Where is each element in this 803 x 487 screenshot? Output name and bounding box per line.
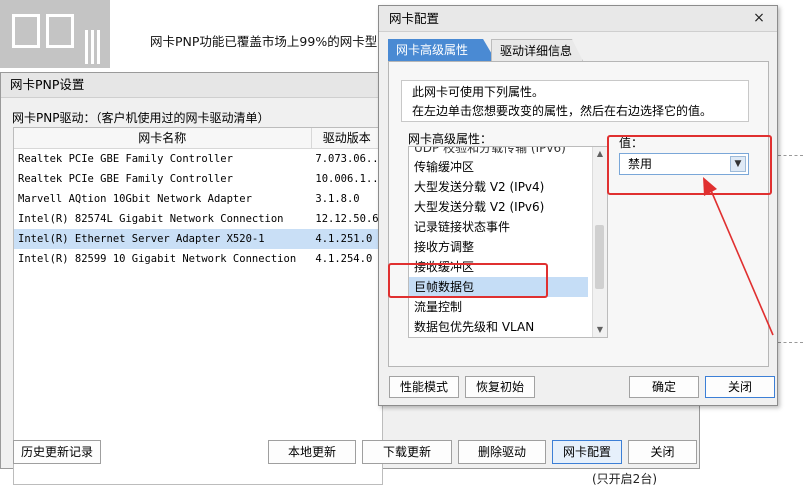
highlight-box-value [607, 135, 772, 195]
chip-graphic [12, 14, 40, 48]
performance-mode-button[interactable]: 性能模式 [389, 376, 459, 398]
nic-config-button[interactable]: 网卡配置 [552, 440, 622, 464]
description-box: 此网卡可使用下列属性。 在左边单击您想要改变的属性，然后在右边选择它的值。 [401, 80, 749, 122]
table-row[interactable]: Realtek PCIe GBE Family Controller 7.073… [14, 149, 382, 169]
list-item[interactable]: 传输缓冲区 [409, 157, 588, 177]
properties-label: 网卡高级属性： [408, 132, 493, 146]
background-header-text: 网卡PNP功能已覆盖市场上99%的网卡型号， [150, 34, 403, 49]
scroll-down-icon[interactable]: ▼ [593, 323, 607, 337]
table-row[interactable]: Intel(R) 82574L Gigabit Network Connecti… [14, 209, 382, 229]
driver-version: 4.1.251.0 [315, 233, 373, 245]
delete-driver-button[interactable]: 删除驱动 [458, 440, 546, 464]
close-button[interactable]: 关闭 [628, 440, 697, 464]
driver-version: 7.073.06... [315, 153, 382, 165]
driver-name: Intel(R) 82574L Gigabit Network Connecti… [18, 213, 284, 225]
scroll-up-icon[interactable]: ▲ [593, 147, 607, 161]
table-row[interactable]: Intel(R) 82599 10 Gigabit Network Connec… [14, 249, 382, 269]
chip-graphic [46, 14, 74, 48]
driver-version: 12.12.50.6 [315, 213, 379, 225]
column-header-version[interactable]: 驱动版本 [312, 128, 382, 148]
table-header: 网卡名称 驱动版本 [14, 128, 382, 149]
highlight-box-jumbo-packet [388, 263, 548, 298]
description-line: 此网卡可使用下列属性。 [412, 85, 545, 99]
driver-version: 10.006.1... [315, 173, 382, 185]
description-line: 在左边单击您想要改变的属性，然后在右边选择它的值。 [412, 104, 713, 118]
table-row[interactable]: Marvell AQtion 10Gbit Network Adapter 3.… [14, 189, 382, 209]
divider [778, 342, 803, 343]
dialog-close-button[interactable]: 关闭 [705, 376, 775, 398]
tab-advanced-properties[interactable]: 网卡高级属性 [388, 39, 496, 61]
driver-name: Intel(R) 82599 10 Gigabit Network Connec… [18, 253, 297, 265]
driver-version: 3.1.8.0 [315, 193, 360, 205]
list-item[interactable]: 大型发送分载 V2 (IPv6) [409, 197, 588, 217]
list-item[interactable]: 数据包优先级和 VLAN [409, 317, 588, 337]
list-scrollbar[interactable]: ▲ ▼ [592, 147, 607, 337]
tab-driver-details[interactable]: 驱动详细信息 [491, 39, 583, 61]
list-item[interactable]: 接收方调整 [409, 237, 588, 257]
driver-name: Realtek PCIe GBE Family Controller [18, 153, 233, 165]
nic-config-dialog: 网卡配置 × 网卡高级属性 驱动详细信息 此网卡可使用下列属性。 在左边单击您想… [378, 5, 778, 406]
table-row[interactable]: Realtek PCIe GBE Family Controller 10.00… [14, 169, 382, 189]
background-bottom-text: (只开启2台) [592, 472, 657, 486]
history-button[interactable]: 历史更新记录 [13, 440, 101, 464]
list-item[interactable]: 记录链接状态事件 [409, 217, 588, 237]
driver-version: 4.1.254.0 [315, 253, 373, 265]
restore-defaults-button[interactable]: 恢复初始 [465, 376, 535, 398]
dialog-title: 网卡配置 [379, 6, 777, 32]
driver-name: Marvell AQtion 10Gbit Network Adapter [18, 193, 252, 205]
download-update-button[interactable]: 下载更新 [362, 440, 452, 464]
property-list[interactable]: UDP 校验和分载传输 (IPv6) 传输缓冲区 大型发送分载 V2 (IPv4… [408, 146, 608, 338]
pnp-driver-list-caption: 网卡PNP驱动：（客户机使用过的网卡驱动清单） [12, 111, 270, 125]
divider [778, 155, 803, 156]
driver-name: Intel(R) Ethernet Server Adapter X520-1 [18, 233, 265, 245]
list-item[interactable]: UDP 校验和分载传输 (IPv6) [409, 147, 588, 157]
pins-graphic [85, 30, 103, 64]
ok-button[interactable]: 确定 [629, 376, 699, 398]
list-item[interactable]: 流量控制 [409, 297, 588, 317]
local-update-button[interactable]: 本地更新 [268, 440, 356, 464]
driver-name: Realtek PCIe GBE Family Controller [18, 173, 233, 185]
list-item[interactable]: 大型发送分载 V2 (IPv4) [409, 177, 588, 197]
logo-image [0, 0, 110, 68]
scroll-thumb[interactable] [595, 225, 604, 289]
column-header-name[interactable]: 网卡名称 [14, 128, 312, 148]
driver-table: 网卡名称 驱动版本 Realtek PCIe GBE Family Contro… [13, 127, 383, 485]
table-row-selected[interactable]: Intel(R) Ethernet Server Adapter X520-1 … [14, 229, 382, 249]
close-icon[interactable]: × [751, 10, 767, 26]
